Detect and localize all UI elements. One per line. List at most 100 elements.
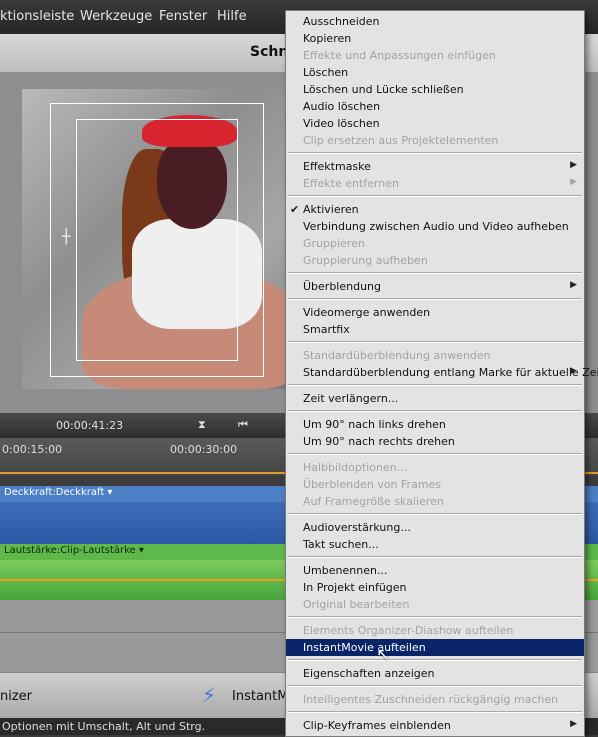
menu-item-label: Standardüberblendung entlang Marke für a… <box>303 366 598 379</box>
menu-item-label: Audioverstärkung... <box>303 521 411 534</box>
menu-item-label: Elements Organizer-Diashow aufteilen <box>303 624 514 637</box>
status-text: Optionen mit Umschalt, Alt und Strg. <box>2 720 206 733</box>
menu-item-ueberblendung[interactable]: Überblendung ▶ <box>286 278 584 295</box>
timecode-display[interactable]: 00:00:41:23 <box>56 419 123 432</box>
menu-item-framegroesse: Auf Framegröße skalieren <box>286 493 584 510</box>
menu-separator <box>288 659 582 661</box>
menu-item-clip-ersetzen: Clip ersetzen aus Projektelementen <box>286 132 584 149</box>
menu-item-fenster[interactable]: Fenster <box>159 9 207 24</box>
menu-item-label: InstantMovie aufteilen <box>303 641 426 654</box>
menu-item-label: Audio löschen <box>303 100 381 113</box>
video-preview[interactable]: ┼ <box>22 89 292 389</box>
instantmovie-bolt-icon[interactable]: ⚡ <box>202 683 216 707</box>
menu-separator <box>288 685 582 687</box>
menu-item-ausschneiden[interactable]: Ausschneiden <box>286 13 584 30</box>
menu-separator <box>288 152 582 154</box>
menu-item-label: Halbbildoptionen... <box>303 461 408 474</box>
menu-item-videomerge[interactable]: Videomerge anwenden <box>286 304 584 321</box>
submenu-arrow-icon: ▶ <box>570 177 577 187</box>
menu-item-zeit-verlaengern[interactable]: Zeit verlängern... <box>286 390 584 407</box>
menu-item-label: Löschen <box>303 66 349 79</box>
menu-item-loeschen[interactable]: Löschen <box>286 64 584 81</box>
menu-item-label: Aktivieren <box>303 203 359 216</box>
menu-item-label: Clip-Keyframes einblenden <box>303 719 451 732</box>
menu-item-video-loeschen[interactable]: Video löschen <box>286 115 584 132</box>
menu-item-standardueberblendung: Standardüberblendung anwenden <box>286 347 584 364</box>
menu-item-label: Gruppierung aufheben <box>303 254 428 267</box>
menu-item-original-bearbeiten: Original bearbeiten <box>286 596 584 613</box>
menu-item-label: Um 90° nach links drehen <box>303 418 446 431</box>
submenu-arrow-icon: ▶ <box>570 366 577 376</box>
submenu-arrow-icon: ▶ <box>570 160 577 170</box>
menu-item-label: Eigenschaften anzeigen <box>303 667 435 680</box>
menu-item-verbindung-aufheben[interactable]: Verbindung zwischen Audio und Video aufh… <box>286 218 584 235</box>
menu-item-audioverstaerkung[interactable]: Audioverstärkung... <box>286 519 584 536</box>
ruler-tick-label: 0:00:15:00 <box>2 443 63 456</box>
menu-item-label: In Projekt einfügen <box>303 581 407 594</box>
step-back-icon[interactable]: ⏮ <box>238 418 248 432</box>
menu-separator <box>288 341 582 343</box>
menu-item-label: Video löschen <box>303 117 380 130</box>
audio-track-property-label[interactable]: Lautstärke:Clip-Lautstärke ▾ <box>4 545 144 556</box>
title-safe-frame <box>76 119 238 361</box>
menu-item-label: Gruppieren <box>303 237 365 250</box>
menu-item-diashow-aufteilen: Elements Organizer-Diashow aufteilen <box>286 622 584 639</box>
menu-item-hilfe[interactable]: Hilfe <box>217 9 247 24</box>
menu-item-aktivieren[interactable]: ✔ Aktivieren <box>286 201 584 218</box>
menu-item-effekte-entfernen: Effekte entfernen ▶ <box>286 175 584 192</box>
menu-separator <box>288 384 582 386</box>
panel-title: Schn <box>250 44 289 60</box>
menu-separator <box>288 453 582 455</box>
menu-item-kopieren[interactable]: Kopieren <box>286 30 584 47</box>
submenu-arrow-icon: ▶ <box>570 719 577 729</box>
menu-item-aktionsleiste[interactable]: ktionsleiste <box>0 9 74 24</box>
menu-item-label: Effektmaske <box>303 160 371 173</box>
menu-item-smartfix[interactable]: Smartfix <box>286 321 584 338</box>
menu-item-label: Intelligentes Zuschneiden rückgängig mac… <box>303 693 559 706</box>
menu-item-eigenschaften[interactable]: Eigenschaften anzeigen <box>286 665 584 682</box>
menu-item-label: Smartfix <box>303 323 350 336</box>
video-track-property-label[interactable]: Deckkraft:Deckkraft ▾ <box>4 487 112 498</box>
menu-item-label: Zeit verlängern... <box>303 392 399 405</box>
menu-item-label: Umbenennen... <box>303 564 388 577</box>
menu-item-takt-suchen[interactable]: Takt suchen... <box>286 536 584 553</box>
marker-icon[interactable]: ⧗ <box>198 418 206 432</box>
menu-separator <box>288 272 582 274</box>
menu-item-instantmovie-aufteilen[interactable]: InstantMovie aufteilen <box>286 639 584 656</box>
center-crosshair-icon: ┼ <box>62 229 71 245</box>
submenu-arrow-icon: ▶ <box>570 280 577 290</box>
menu-item-zuschneiden-rueckgaengig: Intelligentes Zuschneiden rückgängig mac… <box>286 691 584 708</box>
menu-item-effektmaske[interactable]: Effektmaske ▶ <box>286 158 584 175</box>
menu-item-umbenennen[interactable]: Umbenennen... <box>286 562 584 579</box>
menu-item-label: Auf Framegröße skalieren <box>303 495 444 508</box>
menu-item-gruppieren: Gruppieren <box>286 235 584 252</box>
menu-item-label: Überblenden von Frames <box>303 478 442 491</box>
menu-item-werkzeuge[interactable]: Werkzeuge <box>80 9 152 24</box>
menu-item-audio-loeschen[interactable]: Audio löschen <box>286 98 584 115</box>
menu-item-halbbildoptionen: Halbbildoptionen... <box>286 459 584 476</box>
menu-separator <box>288 616 582 618</box>
menu-item-label: Um 90° nach rechts drehen <box>303 435 455 448</box>
menu-item-effekte-einfuegen: Effekte und Anpassungen einfügen <box>286 47 584 64</box>
menu-item-clip-keyframes[interactable]: Clip-Keyframes einblenden ▶ <box>286 717 584 734</box>
ruler-tick-label: 00:00:30:00 <box>170 443 238 456</box>
menu-item-label: Standardüberblendung anwenden <box>303 349 491 362</box>
menu-item-in-projekt-einfuegen[interactable]: In Projekt einfügen <box>286 579 584 596</box>
menu-item-label: Löschen und Lücke schließen <box>303 83 464 96</box>
menu-item-label: Effekte und Anpassungen einfügen <box>303 49 496 62</box>
menu-separator <box>288 298 582 300</box>
menu-item-label: Effekte entfernen <box>303 177 399 190</box>
menu-item-links-drehen[interactable]: Um 90° nach links drehen <box>286 416 584 433</box>
menu-item-standardueberblendung-marke[interactable]: Standardüberblendung entlang Marke für a… <box>286 364 598 381</box>
menu-item-rechts-drehen[interactable]: Um 90° nach rechts drehen <box>286 433 584 450</box>
menu-separator <box>288 513 582 515</box>
menu-item-loeschen-luecke[interactable]: Löschen und Lücke schließen <box>286 81 584 98</box>
organizer-button-label[interactable]: nizer <box>0 689 32 704</box>
menu-separator <box>288 711 582 713</box>
menu-item-gruppierung-aufheben: Gruppierung aufheben <box>286 252 584 269</box>
menu-item-label: Überblendung <box>303 280 382 293</box>
checkmark-icon: ✔ <box>290 203 300 216</box>
menu-item-label: Kopieren <box>303 32 352 45</box>
menu-separator <box>288 556 582 558</box>
mouse-cursor-icon: ↖ <box>376 645 391 665</box>
